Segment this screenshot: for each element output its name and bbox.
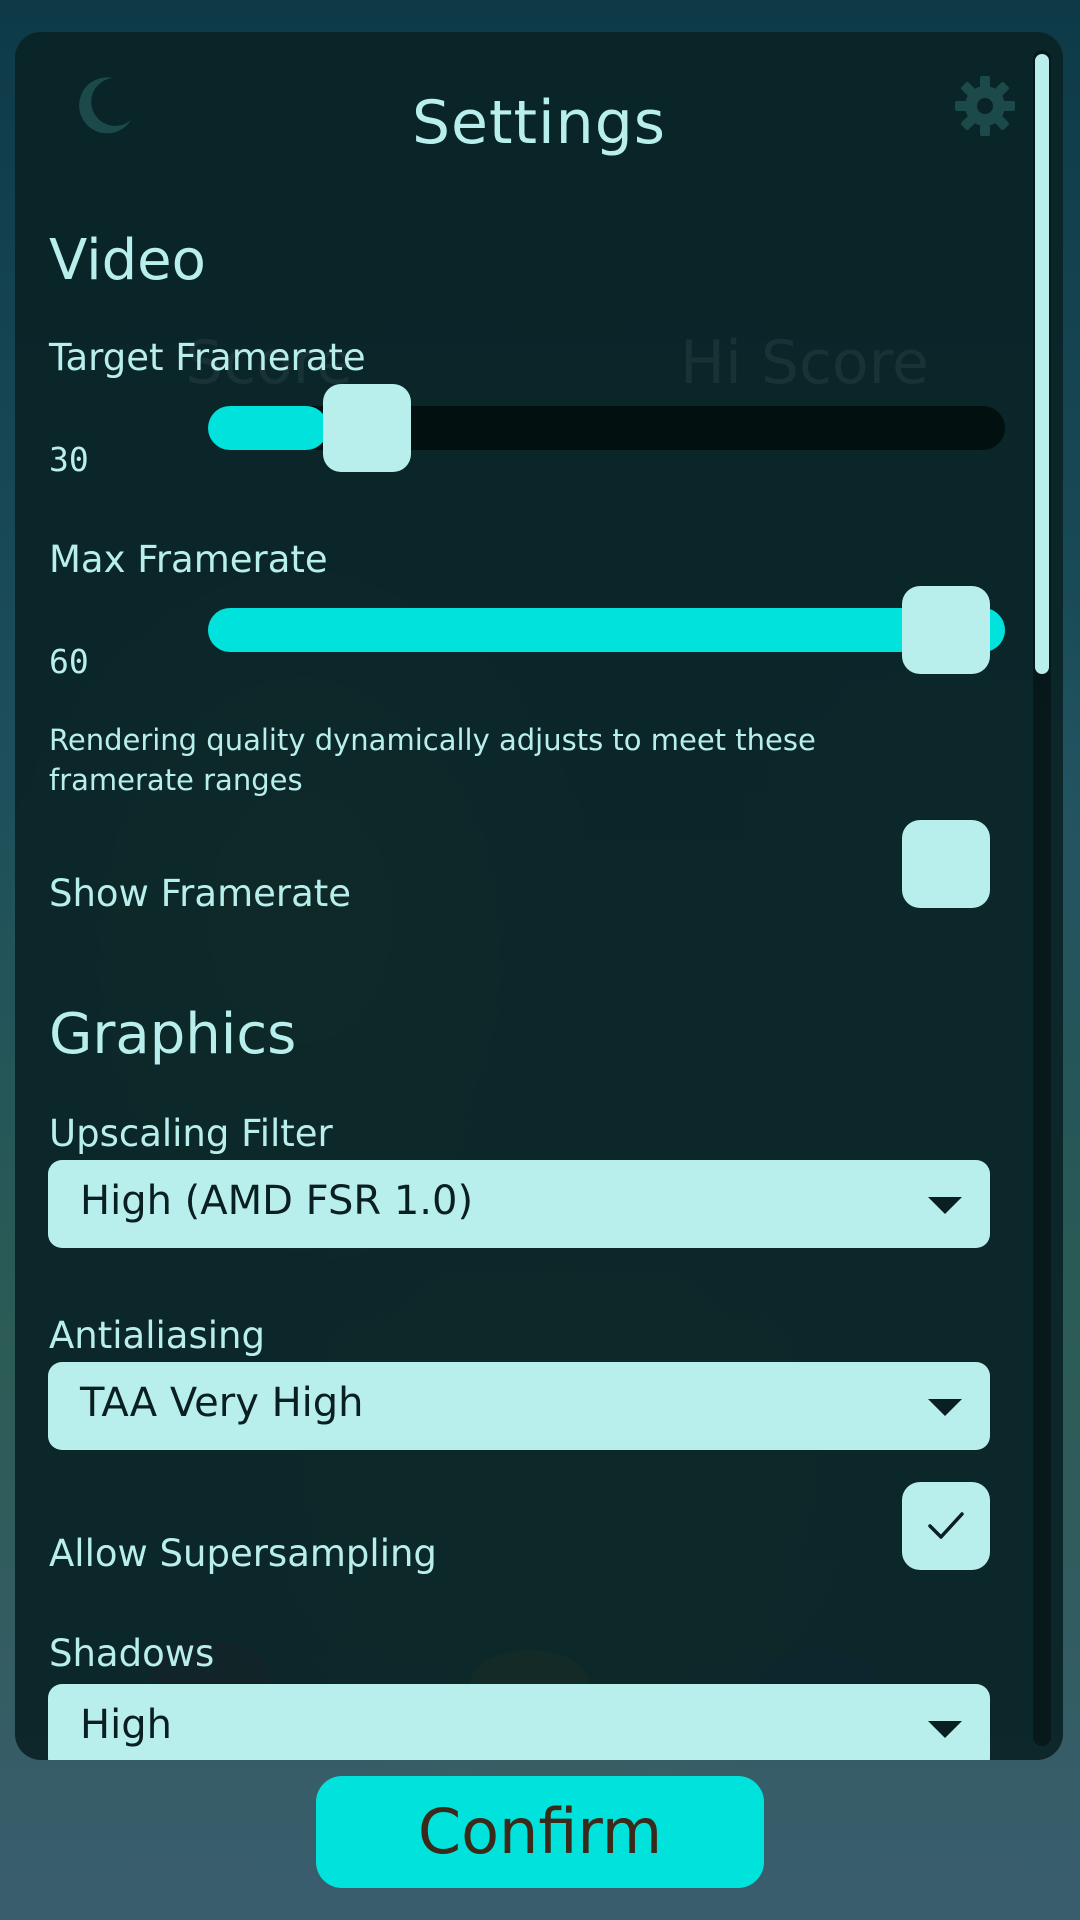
allow-supersampling-label: Allow Supersampling [49,1532,437,1575]
antialiasing-selected: TAA Very High [80,1380,364,1426]
upscaling-filter-dropdown[interactable]: High (AMD FSR 1.0) [48,1160,990,1248]
chevron-down-icon [928,1197,962,1214]
antialiasing-dropdown[interactable]: TAA Very High [48,1362,990,1450]
chevron-down-icon [928,1721,962,1738]
target-framerate-slider-fill [208,406,328,450]
target-framerate-slider-thumb[interactable] [323,384,411,472]
section-heading-video: Video [49,228,206,293]
shadows-dropdown[interactable]: High [48,1684,990,1760]
max-framerate-label: Max Framerate [49,538,328,581]
antialiasing-label: Antialiasing [49,1314,265,1357]
show-framerate-checkbox[interactable] [902,820,990,908]
shadows-selected: High [80,1702,172,1748]
background-hi-score-label: Hi Score [680,328,929,398]
allow-supersampling-checkbox[interactable] [902,1482,990,1570]
max-framerate-slider-fill [208,608,1005,652]
settings-panel: Score Hi Score Settings Video Target Fra… [15,32,1063,1760]
upscaling-filter-selected: High (AMD FSR 1.0) [80,1178,474,1224]
max-framerate-value: 60 [49,642,89,681]
checkmark-icon [928,1512,964,1539]
framerate-help-text: Rendering quality dynamically adjusts to… [49,723,816,797]
page-title: Settings [411,88,667,158]
target-framerate-label: Target Framerate [49,336,366,379]
target-framerate-value: 30 [49,440,89,479]
confirm-button[interactable]: Confirm [316,1776,764,1888]
section-heading-graphics: Graphics [49,1002,297,1067]
shadows-label: Shadows [49,1632,215,1675]
upscaling-filter-label: Upscaling Filter [49,1112,333,1155]
scrollbar-thumb[interactable] [1035,54,1049,674]
max-framerate-slider-thumb[interactable] [902,586,990,674]
chevron-down-icon [928,1399,962,1416]
show-framerate-label: Show Framerate [49,872,352,915]
